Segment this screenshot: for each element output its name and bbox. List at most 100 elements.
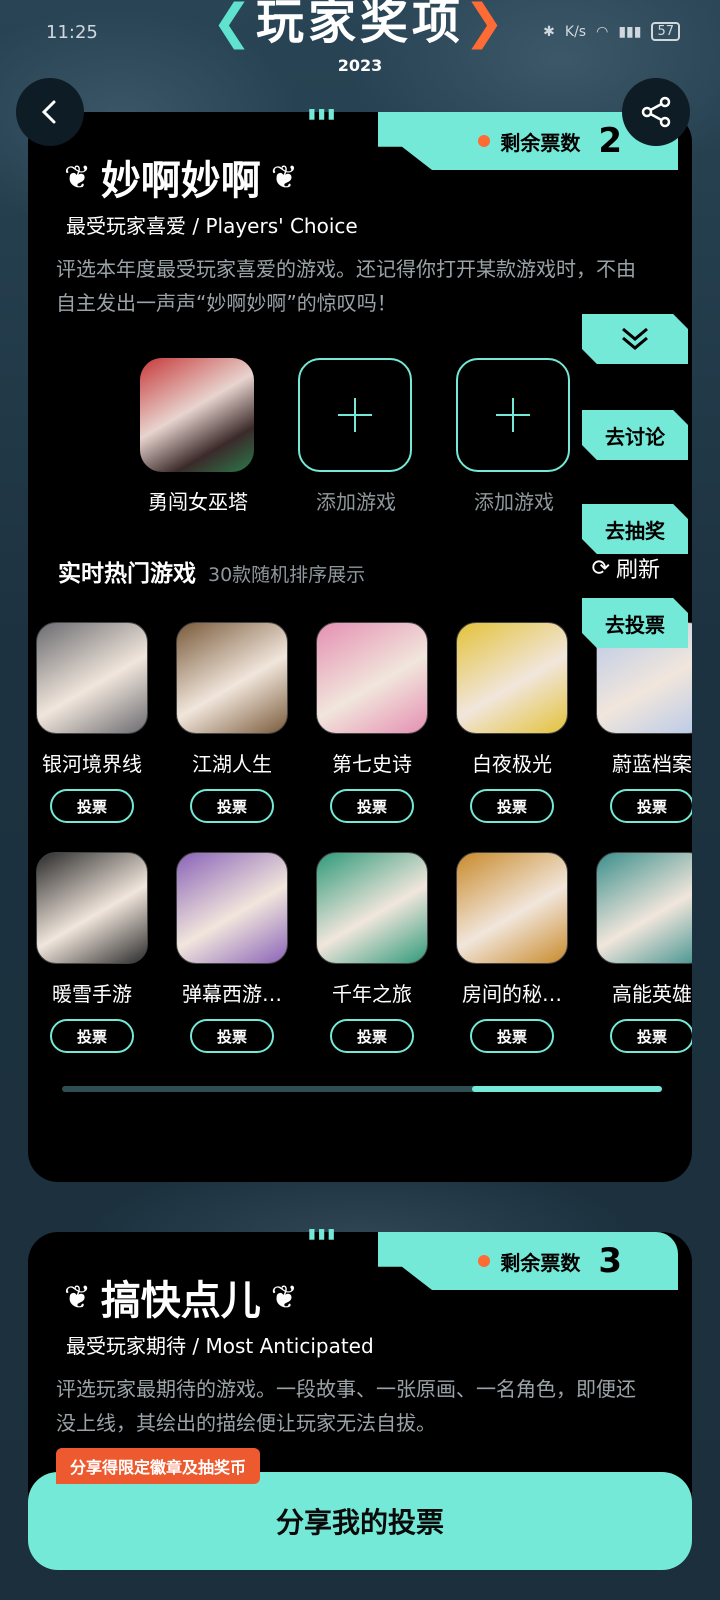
share-icon	[641, 96, 671, 128]
award-subtitle: 最受玩家喜爱 / Players' Choice	[66, 214, 358, 238]
selected-game-slot-1[interactable]: 勇闯女巫塔	[140, 358, 256, 515]
refresh-label: 刷新	[615, 558, 660, 583]
status-bar: 11:25 ✱ K/s ◠ ▮▮▮ 57	[0, 0, 720, 70]
network-speed: K/s	[564, 23, 587, 40]
vote-button[interactable]: 投票	[50, 1019, 134, 1053]
award-card-players-choice: ▮▮▮ 剩余票数 2 ❦ 妙啊妙啊 ❦ 最受玩家喜爱 / Players' Ch…	[28, 106, 692, 1182]
bluetooth-icon: ✱	[543, 23, 555, 40]
remaining-tickets-label: 剩余票数	[500, 130, 581, 155]
game-icon[interactable]	[176, 622, 288, 734]
selected-games: 勇闯女巫塔 添加游戏 添加游戏	[140, 358, 572, 515]
game-icon[interactable]	[456, 852, 568, 964]
vote-button[interactable]: 投票	[610, 1019, 692, 1053]
vote-button[interactable]: 投票	[190, 789, 274, 823]
status-time: 11:25	[46, 22, 98, 43]
game-name: 第七史诗	[332, 752, 412, 776]
game-card[interactable]: 白夜极光 投票	[454, 622, 570, 823]
award-description: 评选玩家最期待的游戏。一段故事、一张原画、一名角色，即便还没上线，其绘出的描绘便…	[56, 1377, 636, 1435]
wifi-icon: ◠	[596, 23, 609, 40]
share-button[interactable]	[622, 78, 690, 146]
signal-icon: ▮▮▮	[618, 23, 642, 40]
award-title-text: 搞快点儿	[100, 1278, 261, 1324]
hot-games-row-2[interactable]: 暖雪手游 投票 弹幕西游… 投票 千年之旅 投票 房间的秘… 投票 高能英雄 投票	[28, 852, 692, 1053]
go-vote-button[interactable]: 去投票	[582, 598, 688, 648]
back-button[interactable]	[16, 78, 84, 146]
hot-games-title: 实时热门游戏	[58, 561, 196, 587]
chevron-left-icon	[41, 100, 56, 124]
game-name: 银河境界线	[42, 752, 142, 776]
discuss-button[interactable]: 去讨论	[582, 410, 688, 460]
game-name: 弹幕西游…	[182, 982, 282, 1006]
game-card[interactable]: 蔚蓝档案 投票	[594, 622, 692, 823]
plus-icon	[338, 398, 372, 432]
hot-games-header: 实时热门游戏 30款随机排序展示	[58, 554, 658, 588]
vote-button[interactable]: 投票	[470, 1019, 554, 1053]
hot-games-row-1[interactable]: 银河境界线 投票 江湖人生 投票 第七史诗 投票 白夜极光 投票 蔚蓝档案 投票	[28, 622, 692, 823]
remaining-tickets-count: 2	[598, 121, 622, 161]
game-card[interactable]: 千年之旅 投票	[314, 852, 430, 1053]
game-card[interactable]: 第七史诗 投票	[314, 622, 430, 823]
vote-button[interactable]: 投票	[330, 1019, 414, 1053]
add-slot-box	[456, 358, 570, 472]
laurel-right-icon: ❦	[270, 1278, 298, 1316]
add-game-slot-3[interactable]: 添加游戏	[456, 358, 572, 515]
game-icon[interactable]	[316, 622, 428, 734]
game-name: 房间的秘…	[462, 982, 562, 1006]
card-top-mark: ▮▮▮	[308, 1226, 338, 1242]
game-icon	[140, 358, 254, 472]
lottery-button[interactable]: 去抽奖	[582, 504, 688, 554]
game-name: 千年之旅	[332, 982, 412, 1006]
hot-games-subtitle: 30款随机排序展示	[208, 564, 366, 586]
share-my-votes-button[interactable]: 分享我的投票	[28, 1472, 692, 1570]
game-name: 暖雪手游	[52, 982, 132, 1006]
remaining-tickets-tab: 剩余票数 3	[378, 1232, 678, 1290]
award-description: 评选本年度最受玩家喜爱的游戏。还记得你打开某款游戏时，不由自主发出一声声“妙啊妙…	[56, 257, 636, 315]
vote-button[interactable]: 投票	[470, 789, 554, 823]
game-card[interactable]: 暖雪手游 投票	[34, 852, 150, 1053]
battery-icon: 57	[651, 22, 680, 41]
game-name: 江湖人生	[192, 752, 272, 776]
double-chevron-down-icon	[622, 327, 648, 350]
expand-button[interactable]	[582, 314, 688, 364]
add-game-slot-2[interactable]: 添加游戏	[298, 358, 414, 515]
game-card[interactable]: 弹幕西游… 投票	[174, 852, 290, 1053]
laurel-right-icon: ❦	[270, 158, 298, 196]
award-title: ❦ 妙啊妙啊 ❦	[64, 148, 298, 206]
ticket-dot-icon	[478, 135, 491, 147]
game-card[interactable]: 房间的秘… 投票	[454, 852, 570, 1053]
game-name: 高能英雄	[612, 982, 692, 1006]
horizontal-scrollbar[interactable]	[62, 1086, 662, 1092]
game-icon[interactable]	[456, 622, 568, 734]
game-icon[interactable]	[36, 622, 148, 734]
game-card[interactable]: 银河境界线 投票	[34, 622, 150, 823]
share-reward-badge: 分享得限定徽章及抽奖币	[56, 1448, 261, 1484]
ticket-dot-icon	[478, 1255, 491, 1267]
remaining-tickets-count: 3	[598, 1241, 622, 1281]
vote-button[interactable]: 投票	[330, 789, 414, 823]
game-card[interactable]: 江湖人生 投票	[174, 622, 290, 823]
laurel-left-icon: ❦	[64, 1278, 91, 1316]
laurel-left-icon: ❦	[64, 158, 91, 196]
award-title: ❦ 搞快点儿 ❦	[64, 1268, 298, 1326]
add-game-label: 添加游戏	[316, 490, 396, 514]
refresh-icon: ⟳	[591, 555, 610, 581]
game-icon[interactable]	[596, 852, 692, 964]
add-slot-box	[298, 358, 412, 472]
award-subtitle: 最受玩家期待 / Most Anticipated	[66, 1334, 374, 1358]
card-top-mark: ▮▮▮	[308, 106, 338, 122]
game-icon[interactable]	[176, 852, 288, 964]
vote-button[interactable]: 投票	[190, 1019, 274, 1053]
game-name: 蔚蓝档案	[612, 752, 692, 776]
scrollbar-thumb[interactable]	[472, 1086, 662, 1092]
remaining-tickets-label: 剩余票数	[500, 1250, 581, 1275]
refresh-button[interactable]: ⟳ 刷新	[592, 552, 660, 584]
game-icon[interactable]	[316, 852, 428, 964]
vote-button[interactable]: 投票	[610, 789, 692, 823]
add-game-label: 添加游戏	[474, 490, 554, 514]
vote-button[interactable]: 投票	[50, 789, 134, 823]
game-name: 白夜极光	[472, 752, 552, 776]
game-card[interactable]: 高能英雄 投票	[594, 852, 692, 1053]
plus-icon	[496, 398, 530, 432]
award-title-text: 妙啊妙啊	[100, 158, 261, 204]
game-icon[interactable]	[36, 852, 148, 964]
